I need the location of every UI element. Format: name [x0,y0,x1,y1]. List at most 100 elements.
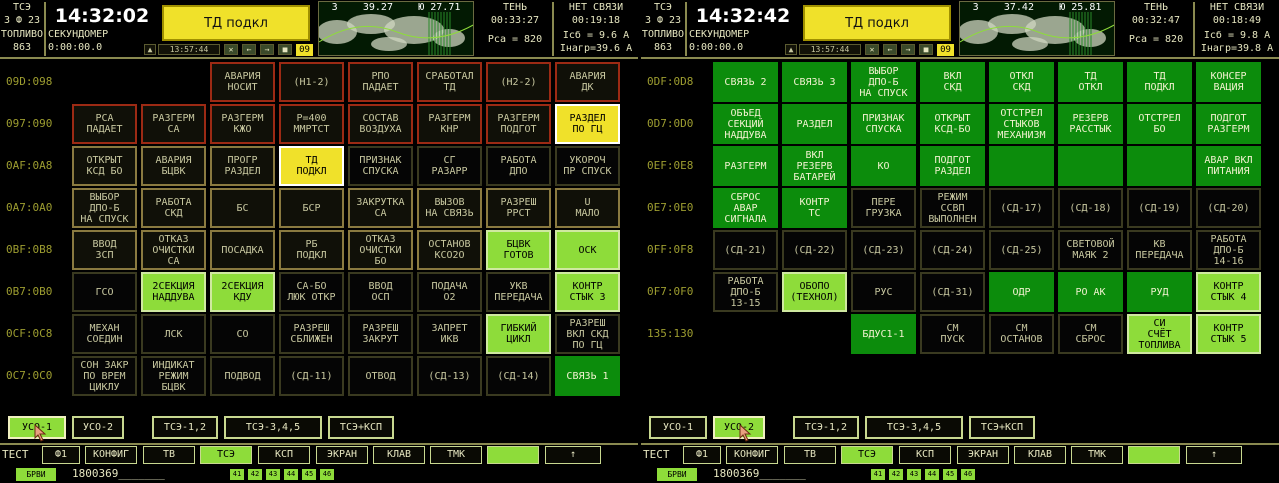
status-cell[interactable]: (СД-23) [851,230,916,270]
status-cell[interactable]: СВЕТОВОЙ МАЯК 2 [1058,230,1123,270]
status-cell[interactable]: ОСТАНОВ КСО2О [417,230,482,270]
uso-tab[interactable]: ТСЭ+КСП [969,416,1035,439]
status-cell[interactable]: РБ ПОДКЛ [279,230,344,270]
status-cell[interactable]: ОТСТРЕЛ БО [1127,104,1192,144]
status-cell[interactable]: КОНТР СТЫК 3 [555,272,620,312]
status-cell[interactable]: U МАЛО [555,188,620,228]
up-arrow-icon[interactable]: ↑ [545,446,601,464]
status-cell[interactable]: РЕЗЕРВ РАССТЫК [1058,104,1123,144]
status-cell[interactable]: СИ СЧЁТ ТОПЛИВА [1127,314,1192,354]
status-cell[interactable]: РПО ПАДАЕТ [348,62,413,102]
status-cell[interactable]: ВКЛ РЕЗЕРВ БАТАРЕЙ [782,146,847,186]
toolbar-up-button[interactable]: ▲ [785,44,797,55]
close-icon[interactable]: ✕ [224,44,238,55]
status-cell[interactable]: ОТКАЗ ОЧИСТКИ СА [141,230,206,270]
status-cell[interactable]: КОНТР СТЫК 5 [1196,314,1261,354]
status-cell[interactable]: РАЗДЕЛ [782,104,847,144]
status-cell[interactable]: ВЫБОР ДПО-Б НА СПУСК [72,188,137,228]
status-cell[interactable] [989,146,1054,186]
uso-tab[interactable]: ТСЭ-3,4,5 [224,416,322,439]
status-cell[interactable]: РАЗРЕШ ЗАКРУТ [348,314,413,354]
stop-square-icon[interactable]: ■ [919,44,933,55]
status-cell[interactable]: (СД-14) [486,356,551,396]
status-cell[interactable]: РЕЖИМ ССВП ВЫПОЛНЕН [920,188,985,228]
status-cell[interactable]: ЗАПРЕТ ИКВ [417,314,482,354]
status-cell[interactable]: ОТВОД [348,356,413,396]
status-cell[interactable]: СОН ЗАКР ПО ВРЕМ ЦИКЛУ [72,356,137,396]
status-cell[interactable]: РАБОТА ДПО-Б 14-16 [1196,230,1261,270]
toolbar-up-button[interactable]: ▲ [144,44,156,55]
status-cell[interactable]: ОТКРЫТ КСД-БО [920,104,985,144]
status-cell[interactable]: ТД ПОДКЛ [1127,62,1192,102]
status-cell[interactable]: (СД-20) [1196,188,1261,228]
status-cell[interactable]: РАЗГЕРМ ПОДГОТ [486,104,551,144]
status-cell[interactable]: УКОРОЧ ПР СПУСК [555,146,620,186]
status-cell[interactable]: КВ ПЕРЕДАЧА [1127,230,1192,270]
status-cell[interactable]: ГИБКИЙ ЦИКЛ [486,314,551,354]
status-cell[interactable]: РАЗГЕРМ КЖО [210,104,275,144]
function-key[interactable]: ТМК [1071,446,1123,464]
status-cell[interactable]: РАБОТА ДПО-Б 13-15 [713,272,778,312]
status-cell[interactable]: (Н2-2) [486,62,551,102]
status-cell[interactable]: (СД-13) [417,356,482,396]
status-cell[interactable]: ТД ОТКЛ [1058,62,1123,102]
status-cell[interactable]: ОТКРЫТ КСД БО [72,146,137,186]
function-key[interactable]: ТСЭ [841,446,893,464]
function-key[interactable]: ТСЭ [200,446,252,464]
status-cell[interactable]: АВАРИЯ БЦВК [141,146,206,186]
status-cell[interactable]: ПОДГОТ РАЗГЕРМ [1196,104,1261,144]
status-cell[interactable]: (СД-17) [989,188,1054,228]
status-cell[interactable]: ОТСТРЕЛ СТЫКОВ МЕХАНИЗМ [989,104,1054,144]
status-cell[interactable]: ПЕРЕ ГРУЗКА [851,188,916,228]
status-cell[interactable]: ОБЪЕД СЕКЦИЙ НАДДУВА [713,104,778,144]
status-cell[interactable]: СО [210,314,275,354]
status-cell[interactable]: ПРОГР РАЗДЕЛ [210,146,275,186]
status-cell[interactable]: ПРИЗНАК СПУСКА [851,104,916,144]
status-cell[interactable]: РАЗГЕРМ [713,146,778,186]
uso-tab[interactable]: ТСЭ-1,2 [152,416,218,439]
status-cell[interactable]: (СД-31) [920,272,985,312]
status-cell[interactable]: КОНТР ТС [782,188,847,228]
uso-tab[interactable]: УСО-1 [649,416,707,439]
status-cell[interactable]: СМ ПУСК [920,314,985,354]
status-cell[interactable]: ОСК [555,230,620,270]
status-cell[interactable]: МЕХАН СОЕДИН [72,314,137,354]
arrow-left-icon[interactable]: ← [242,44,256,55]
status-cell[interactable]: РСА ПАДАЕТ [72,104,137,144]
status-cell[interactable]: БДУС1-1 [851,314,916,354]
status-cell[interactable]: 2СЕКЦИЯ НАДДУВА [141,272,206,312]
status-cell[interactable]: (Н1-2) [279,62,344,102]
function-key[interactable]: ТМК [430,446,482,464]
function-key[interactable]: ТВ [784,446,836,464]
uso-tab[interactable]: ТСЭ-3,4,5 [865,416,963,439]
status-cell[interactable]: Р=400 ММРТСТ [279,104,344,144]
function-key[interactable]: КСП [899,446,951,464]
status-cell[interactable]: ОТКАЗ ОЧИСТКИ БО [348,230,413,270]
status-cell[interactable]: УКВ ПЕРЕДАЧА [486,272,551,312]
status-cell[interactable] [1127,146,1192,186]
status-cell[interactable]: (СД-24) [920,230,985,270]
status-cell[interactable]: СВЯЗЬ 2 [713,62,778,102]
status-cell[interactable]: ПОСАДКА [210,230,275,270]
status-cell[interactable]: ПОДАЧА О2 [417,272,482,312]
status-cell[interactable]: ВВОД ОСП [348,272,413,312]
status-cell[interactable]: АВАРИЯ ДК [555,62,620,102]
status-cell[interactable]: РАЗГЕРМ СА [141,104,206,144]
status-cell[interactable]: СМ ОСТАНОВ [989,314,1054,354]
status-cell[interactable]: СВЯЗЬ 3 [782,62,847,102]
function-key[interactable]: ТВ [143,446,195,464]
status-cell[interactable]: РАЗРЕШ РРСТ [486,188,551,228]
status-cell[interactable]: ВКЛ СКД [920,62,985,102]
status-cell[interactable]: ПОДВОД [210,356,275,396]
status-cell[interactable]: РАЗРЕШ СБЛИЖЕН [279,314,344,354]
function-key[interactable] [1128,446,1180,464]
status-cell[interactable]: ЗАКРУТКА СА [348,188,413,228]
status-cell[interactable]: КОНТР СТЫК 4 [1196,272,1261,312]
status-cell[interactable]: СВЯЗЬ 1 [555,356,620,396]
function-key[interactable]: КОНФИГ [85,446,137,464]
uso-tab[interactable]: УСО-2 [72,416,124,439]
status-cell[interactable]: РУД [1127,272,1192,312]
status-cell[interactable]: КОНСЕР ВАЦИЯ [1196,62,1261,102]
status-cell[interactable]: СМ СБРОС [1058,314,1123,354]
status-cell[interactable]: ВВОД ЗСП [72,230,137,270]
